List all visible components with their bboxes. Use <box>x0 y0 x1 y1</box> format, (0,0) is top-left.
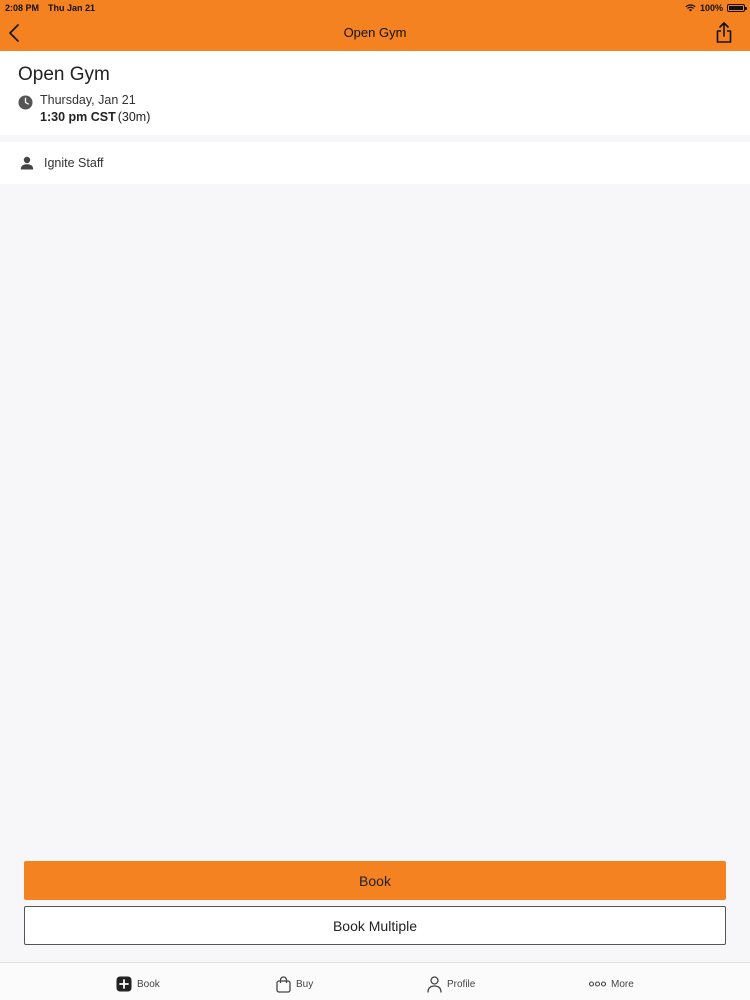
event-duration: (30m) <box>117 110 151 124</box>
status-time: 2:08 PM <box>5 3 40 13</box>
tab-profile-label: Profile <box>447 978 476 990</box>
book-multiple-button[interactable]: Book Multiple <box>24 906 726 945</box>
nav-title: Open Gym <box>343 25 407 40</box>
shopping-bag-icon <box>276 975 291 993</box>
event-time-line: 1:30 pm CST (30m) <box>40 110 150 124</box>
tab-buy-label: Buy <box>296 978 314 990</box>
tab-book-label: Book <box>137 978 160 990</box>
nav-row: Open Gym <box>0 14 750 51</box>
event-header-card: Open Gym Thursday, Jan 21 1:30 pm CST (30… <box>0 51 750 135</box>
tab-more-label: More <box>611 978 634 990</box>
tab-bar: Book Buy Profile More <box>0 962 750 1000</box>
tab-more[interactable]: More <box>589 974 634 994</box>
staff-name: Ignite Staff <box>44 156 104 170</box>
status-date: Thu Jan 21 <box>48 3 96 13</box>
status-right: 100% <box>685 1 747 15</box>
tab-profile[interactable]: Profile <box>427 974 475 994</box>
event-date: Thursday, Jan 21 <box>40 93 136 107</box>
battery-percent: 100% <box>699 3 723 13</box>
share-icon[interactable] <box>714 21 734 45</box>
staff-row: Ignite Staff <box>0 142 750 184</box>
battery-icon <box>727 4 747 12</box>
profile-person-icon <box>427 975 442 993</box>
top-bar: 2:08 PM Thu Jan 21 100% Open Gym <box>0 0 750 51</box>
wifi-icon <box>685 4 696 12</box>
book-button[interactable]: Book <box>24 861 726 900</box>
status-bar: 2:08 PM Thu Jan 21 100% <box>0 0 750 14</box>
clock-icon <box>18 95 33 110</box>
event-title: Open Gym <box>18 64 110 85</box>
plus-square-icon <box>116 976 132 992</box>
tab-buy[interactable]: Buy <box>276 974 313 994</box>
person-icon <box>20 156 34 170</box>
ellipsis-icon <box>589 981 606 987</box>
tab-book[interactable]: Book <box>116 974 160 994</box>
event-time: 1:30 pm CST <box>40 110 116 124</box>
